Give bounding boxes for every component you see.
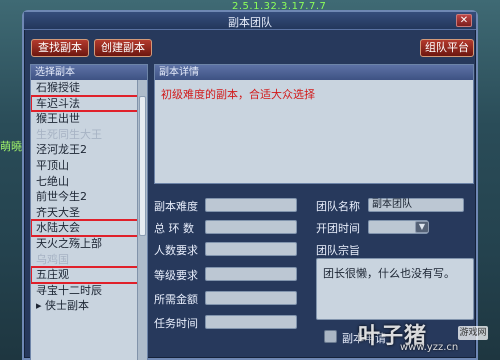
dungeon-list-item[interactable]: 生死同生大王 bbox=[31, 127, 139, 143]
task-time-label: 任务时间 bbox=[154, 317, 198, 330]
team-name-input[interactable]: 副本团队 bbox=[368, 198, 464, 212]
dungeon-list-panel: 选择副本 石猴授徒 车迟斗法 猴王出世 生死同生大王 泾河龙王2 平顶山 七绝山 前世今生2 齐… bbox=[30, 64, 148, 360]
list-scrollbar[interactable] bbox=[137, 80, 147, 360]
level-label: 等级要求 bbox=[154, 269, 198, 282]
difficulty-label: 副本难度 bbox=[154, 200, 198, 213]
team-platform-button[interactable]: 组队平台 bbox=[420, 39, 474, 57]
dungeon-list-item[interactable]: 乌鸡国 bbox=[31, 252, 139, 268]
people-field bbox=[205, 242, 297, 256]
dungeon-list-item[interactable]: 猴王出世 bbox=[31, 111, 139, 127]
dungeon-detail-panel: 副本详情 初级难度的副本，合适大众选择 bbox=[154, 64, 474, 184]
dungeon-list-item[interactable]: 平顶山 bbox=[31, 158, 139, 174]
watermark-badge: 游戏网 bbox=[458, 326, 488, 340]
team-goal-label: 团队宗旨 bbox=[316, 244, 360, 257]
dungeon-list-item[interactable]: 七绝山 bbox=[31, 174, 139, 190]
rounds-label: 总 环 数 bbox=[154, 222, 194, 235]
money-label: 所需金额 bbox=[154, 293, 198, 306]
task-time-field bbox=[205, 315, 297, 329]
dungeon-list-item[interactable]: 水陆大会 bbox=[31, 219, 139, 237]
dungeon-list-item[interactable]: 泾河龙王2 bbox=[31, 142, 139, 158]
team-goal-textbox[interactable]: 团长很懒，什么也没有写。 bbox=[316, 258, 474, 320]
chevron-down-icon[interactable]: ▼ bbox=[415, 221, 429, 233]
dungeon-list-item[interactable]: 五庄观 bbox=[31, 266, 139, 284]
detail-header: 副本详情 bbox=[155, 65, 473, 80]
dungeon-list-item[interactable]: 石猴授徒 bbox=[31, 80, 139, 96]
dungeon-list-item[interactable]: ▸ 侠士副本 bbox=[31, 298, 139, 314]
dungeon-list-item[interactable]: 车迟斗法 bbox=[31, 94, 139, 113]
window-title: 副本团队 bbox=[228, 16, 272, 29]
dungeon-apply-checkbox[interactable] bbox=[324, 330, 337, 343]
watermark-url: www.yzz.cn bbox=[400, 342, 459, 353]
scrollbar-thumb[interactable] bbox=[139, 96, 146, 236]
list-header: 选择副本 bbox=[31, 65, 147, 80]
dungeon-list-item[interactable]: 天火之殇上部 bbox=[31, 236, 139, 252]
dungeon-list-item[interactable]: 前世今生2 bbox=[31, 189, 139, 205]
title-bar[interactable]: 副本团队 ✕ bbox=[24, 12, 476, 30]
open-time-label: 开团时间 bbox=[316, 222, 360, 235]
money-field bbox=[205, 291, 297, 305]
people-label: 人数要求 bbox=[154, 244, 198, 257]
level-field bbox=[205, 267, 297, 281]
rounds-field bbox=[205, 220, 297, 234]
dungeon-list: 石猴授徒 车迟斗法 猴王出世 生死同生大王 泾河龙王2 平顶山 七绝山 前世今生2 齐天大圣 水陆… bbox=[31, 80, 139, 360]
scene-fragment-text: 萌曉 bbox=[0, 140, 22, 153]
dungeon-list-item[interactable]: 齐天大圣 bbox=[31, 205, 139, 221]
difficulty-field bbox=[205, 198, 297, 212]
dungeon-list-item[interactable]: 寻宝十二时辰 bbox=[31, 283, 139, 299]
dungeon-team-window: 副本团队 ✕ 查找副本 创建副本 组队平台 选择副本 石猴授徒 车迟斗法 猴王出世生… bbox=[22, 10, 478, 360]
team-name-label: 团队名称 bbox=[316, 200, 360, 213]
find-dungeon-button[interactable]: 查找副本 bbox=[31, 39, 89, 57]
create-dungeon-button[interactable]: 创建副本 bbox=[94, 39, 152, 57]
close-button[interactable]: ✕ bbox=[456, 14, 472, 27]
detail-text: 初级难度的副本，合适大众选择 bbox=[161, 88, 315, 101]
